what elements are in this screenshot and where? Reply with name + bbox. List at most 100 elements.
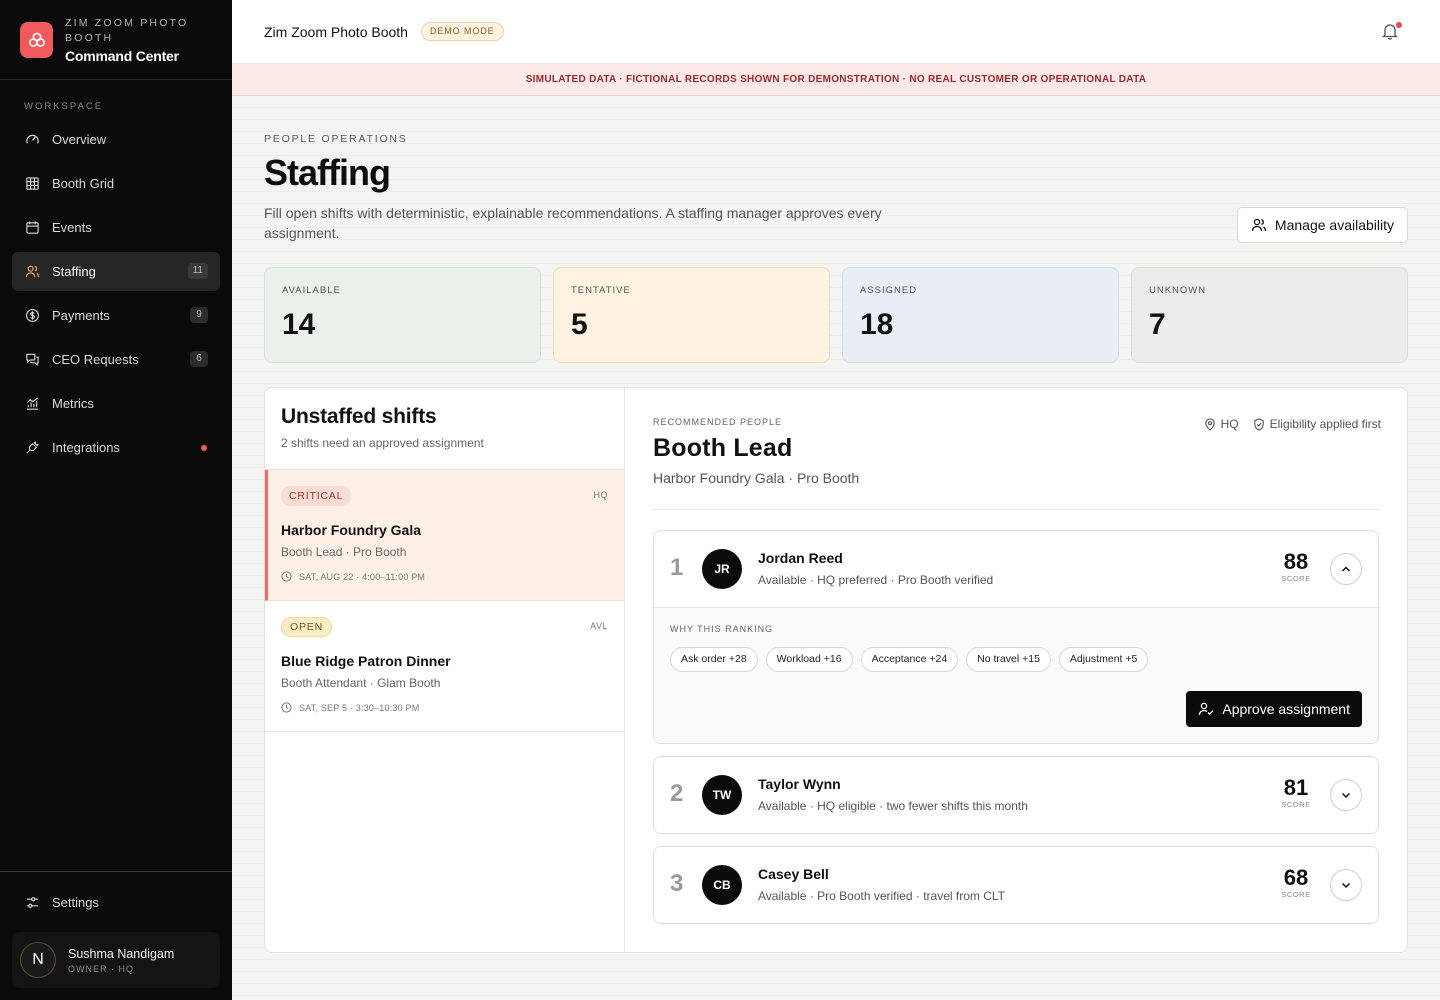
user-card[interactable]: N Sushma Nandigam OWNER · HQ [12, 932, 220, 988]
candidate-row[interactable]: 3 CB Casey Bell Available · Pro Booth ve… [654, 847, 1378, 923]
stat-label: UNKNOWN [1149, 285, 1207, 296]
score-label: SCORE [1281, 890, 1311, 899]
score-value: 81 [1283, 775, 1309, 800]
candidate-rank: 3 [670, 870, 684, 897]
ranking-chip: Workload +16 [765, 647, 853, 672]
ranking-chip: Ask order +28 [670, 647, 758, 672]
candidate-detail: Available · HQ eligible · two fewer shif… [758, 799, 1028, 813]
candidate-name: Taylor Wynn [758, 776, 841, 792]
recommendation-meta: HQ Eligibility applied first [1190, 417, 1381, 431]
location-label: HQ [1220, 417, 1239, 431]
brand-subtitle: ZIM ZOOM PHOTO BOOTH [65, 16, 189, 44]
collapse-button[interactable] [1330, 553, 1362, 585]
divider [653, 509, 1379, 510]
manage-availability-label: Manage availability [1274, 217, 1394, 233]
sidebar-item-settings[interactable]: Settings [12, 883, 220, 922]
sidebar-nav: Overview Booth Grid Events Staffing 11 P… [12, 120, 220, 472]
shifts-title: Unstaffed shifts [281, 405, 437, 428]
stat-card-available: AVAILABLE 14 [264, 267, 541, 363]
staffing-count-badge: 11 [187, 263, 208, 279]
expand-button[interactable] [1330, 779, 1362, 811]
shifts-subtitle: 2 shifts need an approved assignment [281, 436, 484, 450]
shift-location-code: HQ [593, 490, 608, 500]
avatar: N [20, 942, 56, 978]
sidebar: ZIM ZOOM PHOTO BOOTH Command Center WORK… [0, 0, 232, 1000]
manage-availability-button[interactable]: Manage availability [1236, 207, 1408, 243]
ranking-chip: Adjustment +5 [1058, 647, 1149, 672]
sidebar-item-label: Payments [52, 308, 110, 323]
sidebar-item-label: Events [52, 220, 92, 235]
brand[interactable]: ZIM ZOOM PHOTO BOOTH Command Center [0, 0, 232, 80]
sidebar-item-overview[interactable]: Overview [12, 120, 220, 159]
approve-assignment-button[interactable]: Approve assignment [1186, 691, 1362, 727]
sidebar-item-ceo-requests[interactable]: CEO Requests 6 [12, 340, 220, 379]
user-check-icon [1199, 702, 1214, 716]
location-filter: HQ [1204, 417, 1239, 431]
shift-item[interactable]: CRITICAL HQ Harbor Foundry Gala Booth Le… [265, 470, 624, 601]
critical-tag: CRITICAL [281, 486, 352, 506]
user-name: Sushma Nandigam [68, 946, 175, 961]
sidebar-item-label: CEO Requests [52, 352, 139, 367]
sidebar-item-staffing[interactable]: Staffing 11 [12, 252, 220, 291]
role-title: Booth Lead [653, 434, 793, 462]
staffing-panel: Unstaffed shifts 2 shifts need an approv… [264, 387, 1408, 953]
role-subtitle: Harbor Foundry Gala · Pro Booth [653, 470, 860, 486]
shift-item[interactable]: OPEN AVL Blue Ridge Patron Dinner Booth … [265, 601, 624, 732]
notifications-button[interactable] [1381, 22, 1402, 42]
clock-icon [281, 571, 292, 582]
sidebar-item-label: Overview [52, 132, 107, 147]
score-label: SCORE [1281, 800, 1311, 809]
stats-row: AVAILABLE 14 TENTATIVE 5 ASSIGNED 18 UNK… [264, 267, 1408, 363]
user-role: OWNER · HQ [68, 963, 134, 974]
candidate-name: Casey Bell [758, 866, 829, 882]
candidate-detail: Available · HQ preferred · Pro Booth ver… [758, 573, 994, 587]
expand-button[interactable] [1330, 869, 1362, 901]
sidebar-item-integrations[interactable]: Integrations [12, 428, 220, 467]
sidebar-item-label: Settings [52, 895, 99, 910]
sidebar-item-label: Staffing [52, 264, 96, 279]
workspace-label: WORKSPACE [24, 101, 104, 112]
sidebar-item-booth-grid[interactable]: Booth Grid [12, 164, 220, 203]
candidate-detail: Available · Pro Booth verified · travel … [758, 889, 1005, 903]
integrations-alert-dot [201, 445, 207, 451]
candidate-row[interactable]: 2 TW Taylor Wynn Available · HQ eligible… [654, 757, 1378, 833]
sidebar-item-label: Metrics [52, 396, 94, 411]
avatar: JR [702, 549, 742, 589]
shift-name: Harbor Foundry Gala [281, 522, 422, 538]
ranking-chip: Acceptance +24 [860, 647, 959, 672]
brand-title: Command Center [65, 47, 179, 64]
gauge-icon [24, 132, 40, 148]
app-title: Zim Zoom Photo Booth [264, 23, 408, 40]
ceo-requests-count-badge: 6 [190, 351, 208, 367]
ranking-chip: No travel +15 [966, 647, 1051, 672]
sidebar-item-events[interactable]: Events [12, 208, 220, 247]
page-description: Fill open shifts with deterministic, exp… [264, 205, 882, 241]
shifts-header: Unstaffed shifts 2 shifts need an approv… [265, 388, 624, 470]
candidate-score: 68 SCORE [1278, 866, 1314, 900]
brand-logo-icon [20, 21, 53, 58]
sidebar-item-payments[interactable]: Payments 9 [12, 296, 220, 335]
demo-mode-badge: DEMO MODE [420, 22, 504, 41]
pin-icon [1204, 417, 1215, 431]
stat-card-tentative: TENTATIVE 5 [553, 267, 830, 363]
avatar: TW [702, 775, 742, 815]
shift-name: Blue Ridge Patron Dinner [281, 653, 451, 669]
sliders-icon [24, 895, 40, 911]
candidate-row[interactable]: 1 JR Jordan Reed Available · HQ preferre… [654, 531, 1378, 607]
ranking-chips: Ask order +28 Workload +16 Acceptance +2… [670, 647, 1362, 672]
stat-label: TENTATIVE [571, 285, 631, 296]
score-label: SCORE [1281, 574, 1311, 583]
sidebar-item-label: Integrations [52, 440, 120, 455]
stat-card-assigned: ASSIGNED 18 [842, 267, 1119, 363]
approve-assignment-label: Approve assignment [1222, 701, 1350, 717]
sidebar-divider [0, 871, 232, 872]
shift-role: Booth Lead · Pro Booth [281, 545, 407, 559]
unstaffed-shifts-list: Unstaffed shifts 2 shifts need an approv… [265, 388, 625, 952]
recommended-eyebrow: RECOMMENDED PEOPLE [653, 417, 783, 427]
topbar: Zim Zoom Photo Booth DEMO MODE [232, 0, 1440, 64]
calendar-icon [24, 220, 40, 236]
chevron-down-icon [1341, 882, 1351, 889]
shift-location-code: AVL [590, 621, 608, 631]
sidebar-item-metrics[interactable]: Metrics [12, 384, 220, 423]
sidebar-settings: Settings [12, 883, 220, 927]
